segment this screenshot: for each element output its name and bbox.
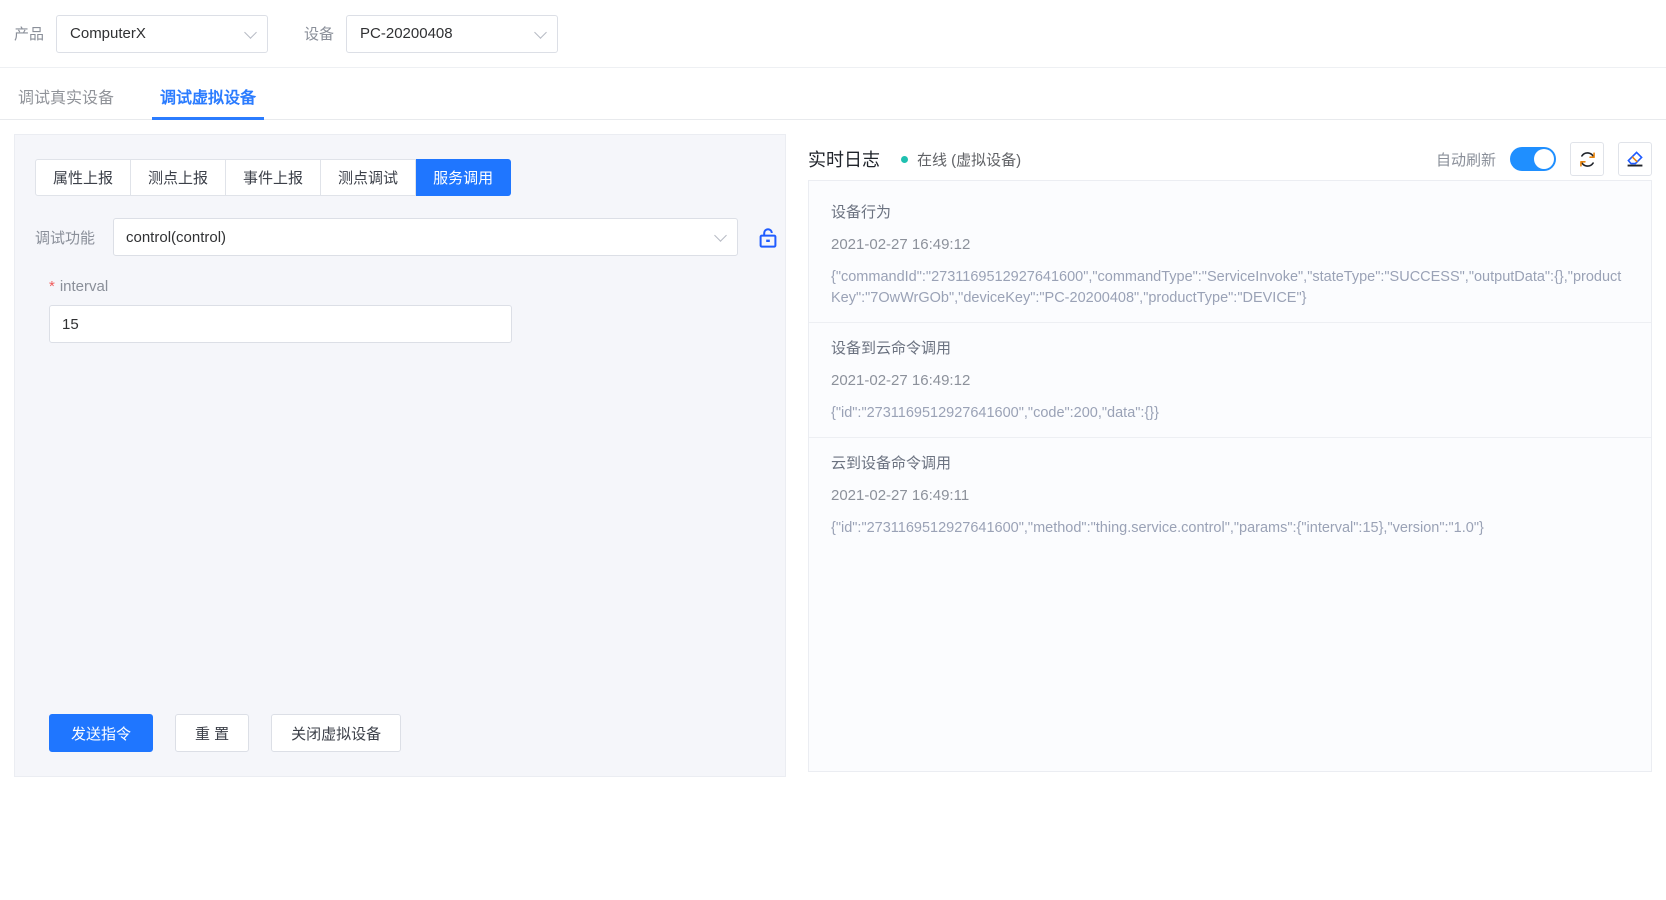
debug-function-select[interactable]: control(control)	[113, 218, 738, 256]
log-entry-time: 2021-02-27 16:49:11	[831, 487, 1629, 504]
sub-tab-measure-point-report[interactable]: 测点上报	[131, 159, 226, 196]
debug-function-label: 调试功能	[35, 227, 113, 248]
auto-refresh-label: 自动刷新	[1436, 149, 1496, 170]
tab-debug-real-device[interactable]: 调试真实设备	[14, 84, 118, 119]
device-select[interactable]: PC-20200408	[346, 15, 558, 53]
sub-tab-property-report[interactable]: 属性上报	[35, 159, 131, 196]
sub-tab-service-invoke[interactable]: 服务调用	[416, 159, 511, 196]
status-dot-icon	[901, 156, 908, 163]
log-entry-time: 2021-02-27 16:49:12	[831, 372, 1629, 389]
log-entry: 设备行为 2021-02-27 16:49:12 {"commandId":"2…	[809, 187, 1651, 323]
required-marker: *	[49, 278, 55, 295]
toggle-knob	[1534, 149, 1554, 169]
chevron-down-icon	[534, 26, 547, 39]
product-select-value: ComputerX	[70, 25, 146, 42]
main-tab-bar: 调试真实设备 调试虚拟设备	[0, 68, 1666, 120]
param-label-interval: * interval	[49, 278, 785, 295]
log-header-controls: 自动刷新	[1436, 142, 1652, 176]
content-split: 属性上报 测点上报 事件上报 测点调试 服务调用 调试功能 control(co…	[0, 120, 1666, 900]
log-entry-type: 云到设备命令调用	[831, 452, 1629, 473]
log-entry: 云到设备命令调用 2021-02-27 16:49:11 {"id":"2731…	[809, 438, 1651, 552]
log-entry-type: 设备到云命令调用	[831, 337, 1629, 358]
log-title: 实时日志	[808, 146, 880, 172]
log-entry-time: 2021-02-27 16:49:12	[831, 236, 1629, 253]
debug-function-row: 调试功能 control(control)	[15, 196, 785, 256]
log-list[interactable]: 设备行为 2021-02-27 16:49:12 {"commandId":"2…	[808, 180, 1652, 772]
device-status: 在线 (虚拟设备)	[901, 149, 1021, 170]
log-entry: 设备到云命令调用 2021-02-27 16:49:12 {"id":"2731…	[809, 323, 1651, 438]
log-entry-payload: {"commandId":"2731169512927641600","comm…	[831, 267, 1629, 309]
close-virtual-device-button[interactable]: 关闭虚拟设备	[271, 714, 401, 752]
tab-debug-virtual-device[interactable]: 调试虚拟设备	[156, 84, 260, 119]
product-select[interactable]: ComputerX	[56, 15, 268, 53]
product-device-bar: 产品 ComputerX 设备 PC-20200408	[0, 0, 1666, 68]
eraser-icon[interactable]	[1618, 142, 1652, 176]
debug-function-value: control(control)	[126, 229, 226, 246]
device-label: 设备	[304, 23, 334, 44]
log-entry-type: 设备行为	[831, 201, 1629, 222]
log-entry-payload: {"id":"2731169512927641600","code":200,"…	[831, 403, 1629, 424]
action-button-group: 发送指令 重 置 关闭虚拟设备	[49, 714, 401, 752]
chevron-down-icon	[714, 229, 727, 242]
service-invoke-panel: 属性上报 测点上报 事件上报 测点调试 服务调用 调试功能 control(co…	[14, 134, 786, 777]
product-label: 产品	[14, 23, 44, 44]
device-select-value: PC-20200408	[360, 25, 453, 42]
status-text: 在线 (虚拟设备)	[917, 149, 1021, 170]
lock-icon[interactable]	[757, 226, 779, 248]
debug-sub-tab-bar: 属性上报 测点上报 事件上报 测点调试 服务调用	[15, 135, 785, 196]
sub-tab-event-report[interactable]: 事件上报	[226, 159, 321, 196]
log-entry-payload: {"id":"2731169512927641600","method":"th…	[831, 518, 1629, 539]
send-command-button[interactable]: 发送指令	[49, 714, 153, 752]
service-params: * interval	[15, 256, 785, 343]
chevron-down-icon	[244, 26, 257, 39]
param-input-interval[interactable]	[49, 305, 512, 343]
param-name: interval	[60, 278, 108, 295]
sub-tab-measure-point-debug[interactable]: 测点调试	[321, 159, 416, 196]
auto-refresh-toggle[interactable]	[1510, 147, 1556, 171]
realtime-log-panel: 实时日志 在线 (虚拟设备) 自动刷新	[808, 134, 1652, 777]
log-header: 实时日志 在线 (虚拟设备) 自动刷新	[808, 134, 1652, 180]
refresh-icon[interactable]	[1570, 142, 1604, 176]
reset-button[interactable]: 重 置	[175, 714, 249, 752]
